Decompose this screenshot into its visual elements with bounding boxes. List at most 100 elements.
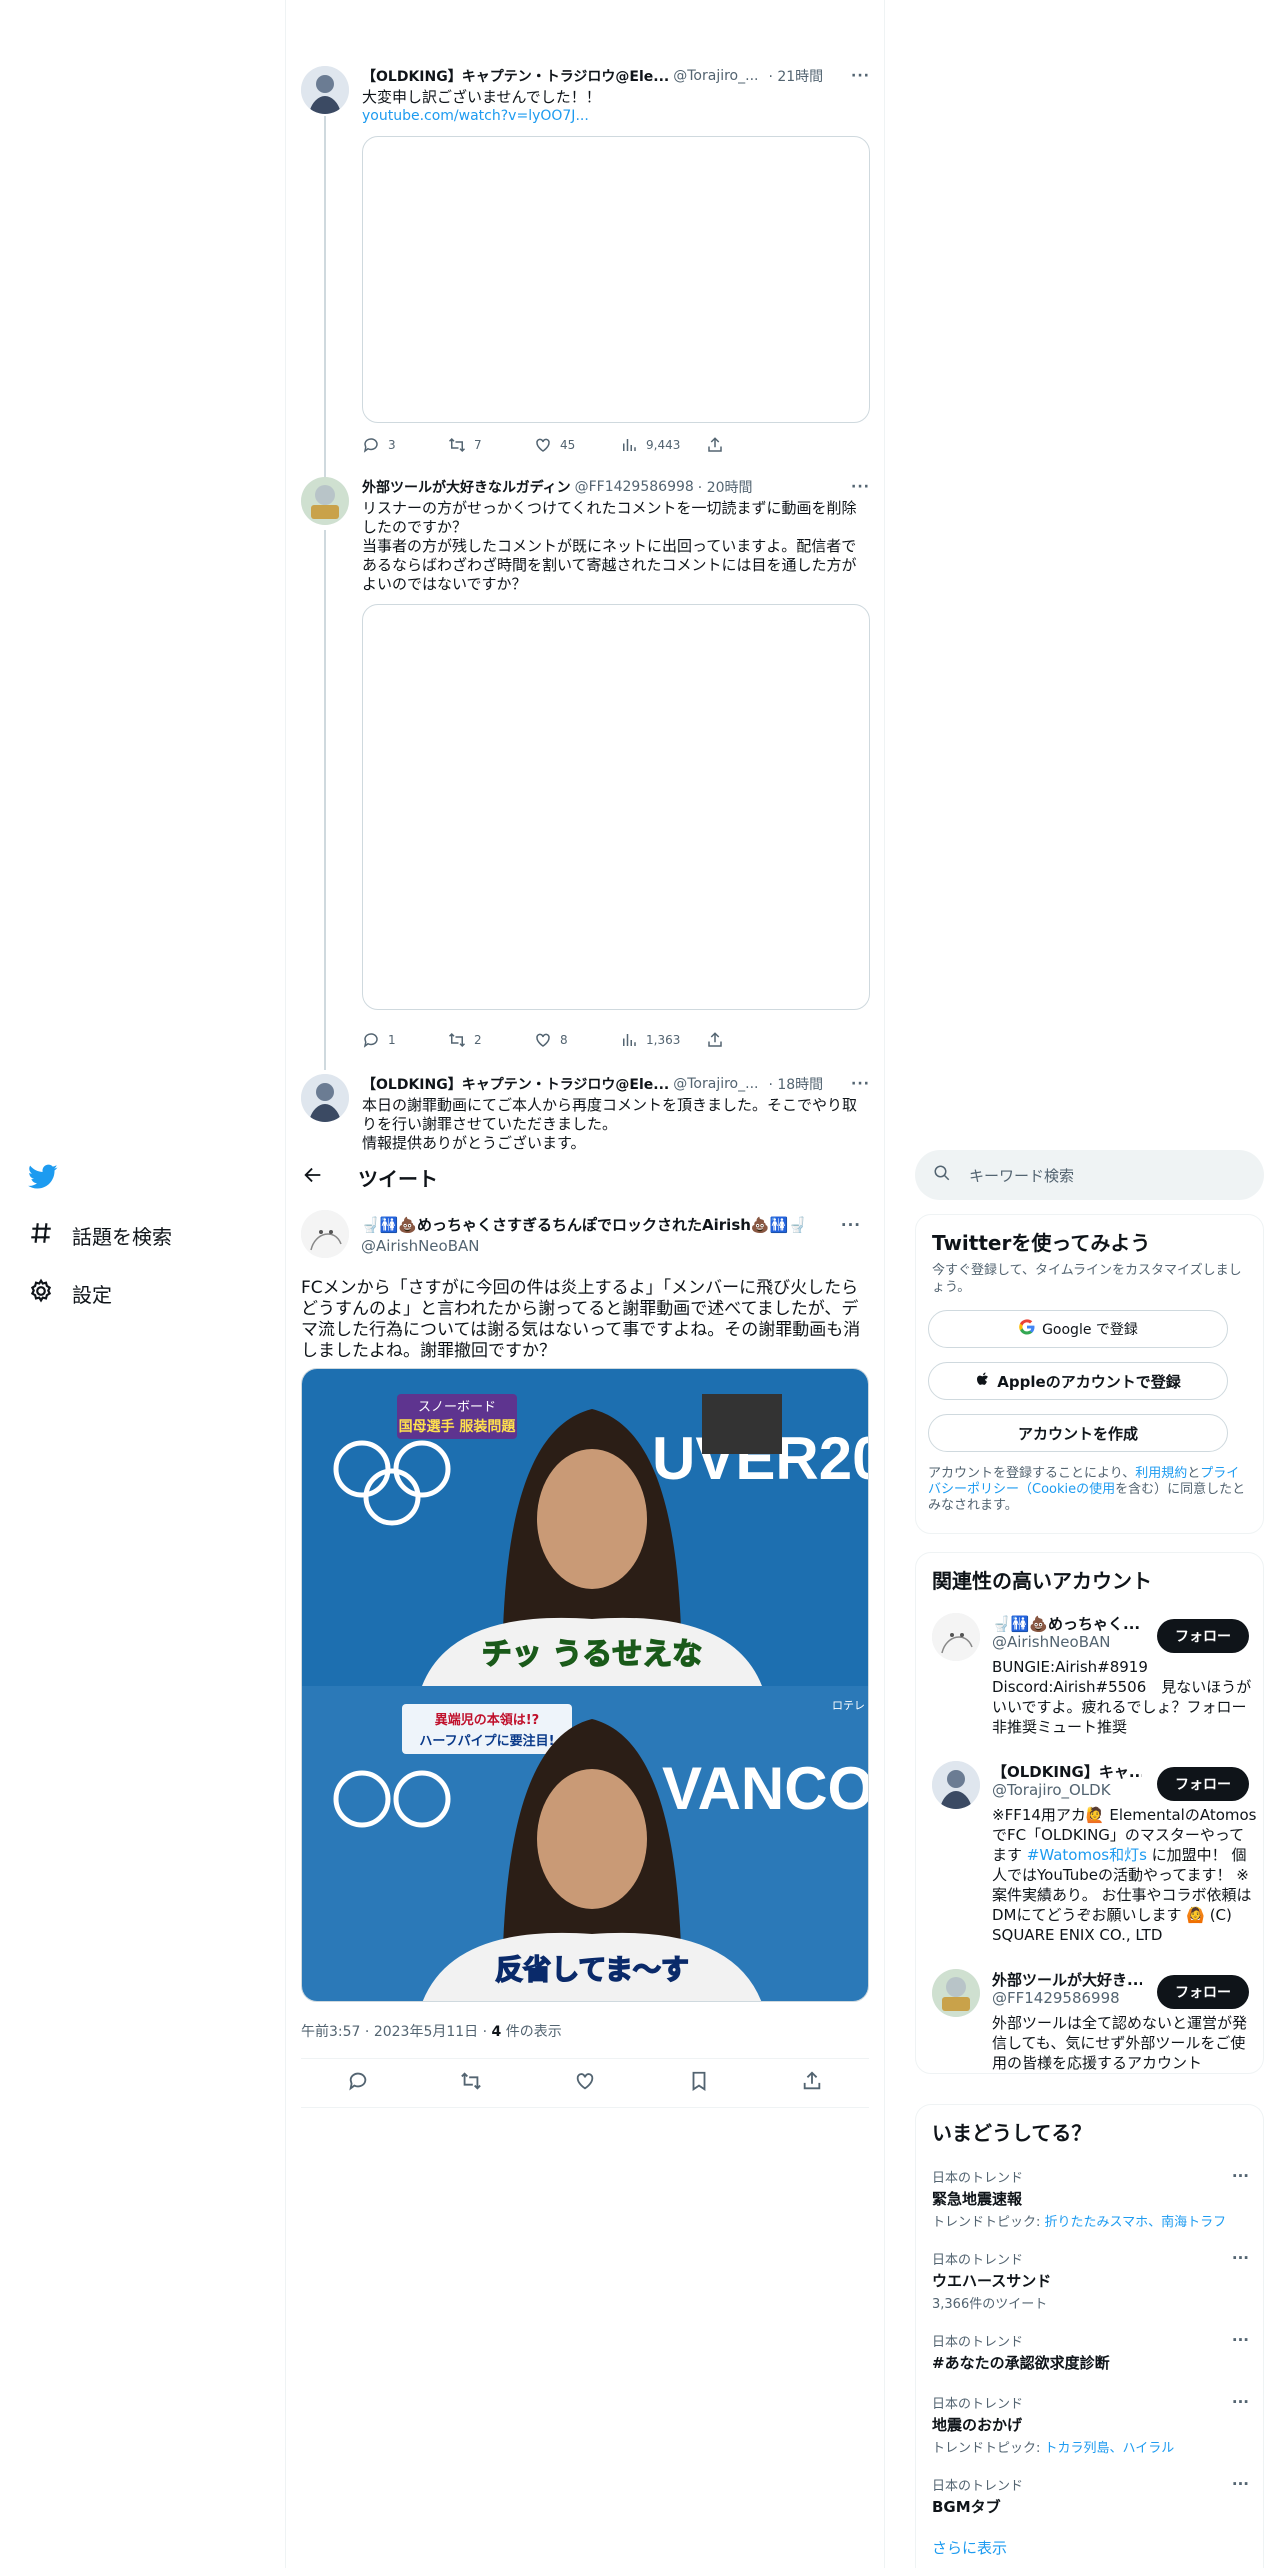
author-handle[interactable]: @Torajiro_... <box>673 68 758 84</box>
views-button[interactable]: 1,363 <box>620 1031 706 1049</box>
heart-icon[interactable] <box>574 2070 596 2096</box>
legal-text: アカウントを登録することにより、 <box>928 1466 1136 1481</box>
account-item[interactable]: 外部ツールが大好き... @FF1429586998 外部ツールは全て認めないと… <box>932 1969 1249 2072</box>
nav-settings[interactable]: 設定 <box>28 1278 112 1309</box>
author-name[interactable]: 🚽🚻💩めっちゃくさすぎるちんぽでロックされたAirish💩🚻🚽 <box>361 1214 807 1235</box>
tweet-time[interactable]: · 21時間 <box>768 66 823 86</box>
nav-explore[interactable]: 話題を検索 <box>28 1220 172 1251</box>
more-options-icon[interactable]: ··· <box>851 1076 870 1092</box>
more-options-icon[interactable]: ··· <box>851 479 870 495</box>
reply-button[interactable]: 1 <box>362 1031 448 1049</box>
share-button[interactable] <box>706 436 792 454</box>
avatar[interactable] <box>301 1210 349 1258</box>
follow-button[interactable]: フォロー <box>1157 1619 1249 1653</box>
share-button[interactable] <box>706 1031 792 1049</box>
trend-context: 日本のトレンド <box>932 2479 1024 2494</box>
tweet-date[interactable]: 2023年5月11日 <box>374 2024 478 2040</box>
account-item[interactable]: 【OLDKING】キャ... @Torajiro_OLDK ※FF14用アカ🙋 … <box>932 1761 1256 1961</box>
search-input[interactable]: キーワード検索 <box>915 1150 1264 1200</box>
twitter-logo-icon[interactable] <box>28 1164 58 1194</box>
back-arrow-icon[interactable] <box>302 1164 324 1190</box>
account-bio: BUNGIE:Airish#8919 Discord:Airish#5506 見… <box>992 1658 1252 1736</box>
retweet-button[interactable]: 7 <box>448 436 534 454</box>
trend-topic-links[interactable]: 折りたたみスマホ、南海トラフ <box>1045 2215 1227 2230</box>
trend-item[interactable]: 日本のトレンド 緊急地震速報 トレンドトピック: 折りたたみスマホ、南海トラフ … <box>932 2167 1249 2230</box>
reply-button[interactable]: 3 <box>362 436 448 454</box>
tweet-time[interactable]: · 20時間 <box>698 477 753 497</box>
avatar[interactable] <box>932 1613 980 1661</box>
author-handle[interactable]: @AirishNeoBAN <box>361 1237 861 1255</box>
trend-item[interactable]: 日本のトレンド ウエハースサンド 3,366件のツイート ··· <box>932 2249 1249 2312</box>
more-options-icon[interactable]: ··· <box>851 68 870 84</box>
avatar[interactable] <box>301 477 349 525</box>
heart-icon <box>536 438 550 452</box>
account-name[interactable]: 外部ツールが大好き... <box>992 1969 1142 1990</box>
apple-signup-button[interactable]: Appleのアカウントで登録 <box>928 1362 1228 1400</box>
tweet-link[interactable]: youtube.com/watch?v=lyOO7J... <box>362 107 870 126</box>
views-button[interactable]: 9,443 <box>620 436 706 454</box>
more-options-icon[interactable]: ··· <box>1232 2393 1249 2411</box>
trend-item[interactable]: 日本のトレンド #あなたの承認欲求度診断 ··· <box>932 2331 1249 2373</box>
author-name[interactable]: 外部ツールが大好きなルガディン <box>362 477 571 497</box>
avatar[interactable] <box>932 1761 980 1809</box>
account-handle[interactable]: @FF1429586998 <box>992 1989 1120 2007</box>
view-count: 9,443 <box>646 438 681 452</box>
more-options-icon[interactable]: ··· <box>841 1216 861 1234</box>
google-signup-button[interactable]: Google で登録 <box>928 1310 1228 1348</box>
avatar[interactable] <box>301 66 349 114</box>
signup-title: Twitterを使ってみよう <box>932 1231 1151 1255</box>
create-account-button[interactable]: アカウントを作成 <box>928 1414 1228 1452</box>
account-handle[interactable]: @Torajiro_OLDK <box>992 1781 1111 1799</box>
trend-topic-label: トレンドトピック: <box>932 2215 1045 2230</box>
trend-item[interactable]: 日本のトレンド 地震のおかげ トレンドトピック: トカラ列島、ハイラル ··· <box>932 2393 1249 2456</box>
svg-text:VANCOU: VANCOU <box>662 1755 869 1822</box>
like-button[interactable]: 8 <box>534 1031 620 1049</box>
trend-name: BGMタブ <box>932 2498 1001 2516</box>
show-more-link[interactable]: さらに表示 <box>932 2537 1007 2558</box>
reply-icon[interactable] <box>347 2070 369 2096</box>
avatar[interactable] <box>301 1074 349 1122</box>
bookmark-icon[interactable] <box>688 2070 710 2096</box>
legal-text: と <box>1187 1466 1201 1481</box>
trend-topic-links[interactable]: トカラ列島、ハイラル <box>1045 2441 1175 2456</box>
follow-button[interactable]: フォロー <box>1157 1767 1249 1801</box>
google-signup-label: Google で登録 <box>1042 1322 1138 1338</box>
tweet-time[interactable]: · 18時間 <box>768 1074 823 1094</box>
like-button[interactable]: 45 <box>534 436 620 454</box>
terms-link[interactable]: 利用規約 <box>1135 1466 1187 1481</box>
view-label: 件の表示 <box>505 2024 562 2040</box>
share-icon[interactable] <box>801 2070 823 2096</box>
relevant-accounts-panel: 関連性の高いアカウント 🚽🚻💩めっちゃく... @AirishNeoBAN BU… <box>915 1552 1264 2074</box>
link-card[interactable] <box>362 136 870 423</box>
tweet-text: FCメンから「さすがに今回の件は炎上するよ」「メンバーに飛び火したらどうすんのよ… <box>301 1278 861 1361</box>
reply-count: 1 <box>388 1033 396 1047</box>
author-name[interactable]: 【OLDKING】キャプテン・トラジロウ@Ele... <box>362 1074 669 1094</box>
follow-button[interactable]: フォロー <box>1157 1975 1249 2009</box>
more-options-icon[interactable]: ··· <box>1232 2475 1249 2493</box>
link-card[interactable] <box>362 604 870 1010</box>
author-handle[interactable]: @Torajiro_... <box>673 1076 758 1092</box>
retweet-button[interactable]: 2 <box>448 1031 534 1049</box>
account-name[interactable]: 【OLDKING】キャ... <box>992 1761 1142 1782</box>
account-name[interactable]: 🚽🚻💩めっちゃく... <box>992 1613 1142 1634</box>
tweet-image[interactable]: UVER20 スノーボード 国母選手 服装問題 チッ うるせえな 異端児の本領は… <box>301 1368 869 2002</box>
account-item[interactable]: 🚽🚻💩めっちゃく... @AirishNeoBAN BUNGIE:Airish#… <box>932 1613 1251 1743</box>
author-handle[interactable]: @FF1429586998 <box>575 479 694 495</box>
relevant-accounts-title: 関連性の高いアカウント <box>932 1569 1152 1593</box>
more-options-icon[interactable]: ··· <box>1232 2249 1249 2267</box>
reply-tweet[interactable]: 【OLDKING】キャプテン・トラジロウ@Ele... @Torajiro_..… <box>301 1074 871 1150</box>
svg-text:ロテレ: ロテレ <box>832 1699 865 1712</box>
hashtag-link[interactable]: #Watomos和灯s <box>1027 1846 1147 1864</box>
tweet-time[interactable]: 午前3:57 <box>301 2024 360 2040</box>
trend-topics: トレンドトピック: トカラ列島、ハイラル <box>932 2437 1249 2456</box>
retweet-icon[interactable] <box>460 2070 482 2096</box>
avatar[interactable] <box>932 1969 980 2017</box>
tweet-text: 本日の謝罪動画にてご本人から再度コメントを頂きました。そこでやり取りを行い謝罪さ… <box>362 1096 858 1150</box>
more-options-icon[interactable]: ··· <box>1232 2331 1249 2349</box>
account-handle[interactable]: @AirishNeoBAN <box>992 1633 1110 1651</box>
tweet-metadata: 午前3:57 · 2023年5月11日 · 4 件の表示 <box>301 2024 562 2040</box>
trend-item[interactable]: 日本のトレンド BGMタブ ··· <box>932 2475 1249 2517</box>
reply-icon <box>363 1033 378 1048</box>
more-options-icon[interactable]: ··· <box>1232 2167 1249 2185</box>
author-name[interactable]: 【OLDKING】キャプテン・トラジロウ@Ele... <box>362 66 669 86</box>
